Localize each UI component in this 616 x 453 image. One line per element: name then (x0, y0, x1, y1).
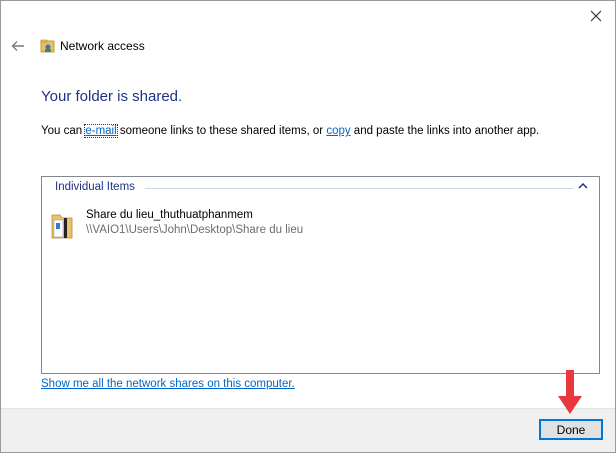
desc-suffix: and paste the links into another app. (350, 125, 540, 137)
copy-link[interactable]: copy (326, 125, 350, 137)
network-access-dialog: Network access Your folder is shared. Yo… (0, 0, 616, 453)
group-header-individual-items: Individual Items (55, 181, 135, 193)
share-description: You can e-mail someone links to these sh… (41, 124, 540, 138)
chevron-up-icon[interactable] (577, 181, 589, 191)
group-divider (145, 188, 573, 189)
red-arrow-annotation-icon (558, 370, 582, 414)
desc-middle: someone links to these shared items, or (116, 125, 327, 137)
show-network-shares-link[interactable]: Show me all the network shares on this c… (41, 378, 295, 390)
item-path: \\VAIO1\Users\John\Desktop\Share du lieu (86, 224, 304, 236)
list-item[interactable]: Share du lieu_thuthuatphanmem \\VAIO1\Us… (50, 209, 350, 243)
dialog-footer: Done (1, 408, 615, 452)
close-icon[interactable] (587, 7, 605, 25)
window-title: Network access (60, 39, 145, 53)
item-name: Share du lieu_thuthuatphanmem (86, 209, 253, 221)
desc-prefix: You can (41, 125, 86, 137)
page-heading: Your folder is shared. (41, 88, 183, 105)
back-arrow-icon[interactable] (10, 38, 26, 54)
done-button[interactable]: Done (539, 419, 603, 440)
shared-items-list[interactable]: Individual Items Share du lieu_thuthuatp… (41, 176, 600, 374)
email-link[interactable]: e-mail (84, 124, 118, 138)
network-folder-icon (40, 39, 55, 53)
folder-icon (51, 214, 73, 239)
